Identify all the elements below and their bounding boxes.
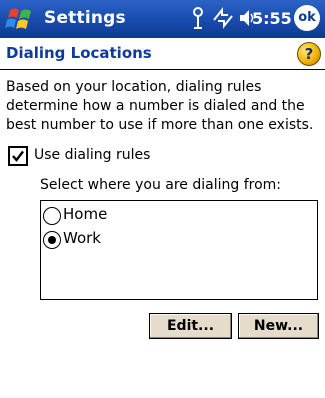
work-radio[interactable]: [43, 231, 61, 249]
ok-button[interactable]: ok: [294, 5, 320, 31]
app-title[interactable]: Settings: [44, 8, 126, 28]
locations-list[interactable]: Home Work: [40, 200, 318, 300]
edit-button[interactable]: Edit...: [149, 313, 232, 339]
use-dialing-rules-label[interactable]: Use dialing rules: [34, 147, 150, 163]
windows-flag-icon[interactable]: [4, 4, 38, 34]
description-text: Based on your location, dialing rules de…: [6, 79, 314, 133]
page-title: Dialing Locations: [6, 44, 152, 62]
location-label[interactable]: Home: [63, 205, 107, 223]
new-button[interactable]: New...: [238, 313, 319, 339]
home-radio[interactable]: [43, 207, 61, 225]
clock[interactable]: 5:55: [252, 9, 292, 28]
location-label[interactable]: Work: [63, 229, 101, 247]
antenna-icon[interactable]: [190, 6, 206, 30]
page-header: Dialing Locations ?: [0, 38, 325, 70]
help-icon[interactable]: ?: [297, 42, 321, 66]
title-bar: Settings 5:55 ok: [0, 0, 325, 38]
select-location-prompt: Select where you are dialing from:: [40, 177, 281, 193]
connectivity-arrows-icon[interactable]: [212, 6, 234, 30]
use-dialing-rules-checkbox[interactable]: [8, 146, 28, 166]
checkmark-icon: [12, 150, 24, 162]
